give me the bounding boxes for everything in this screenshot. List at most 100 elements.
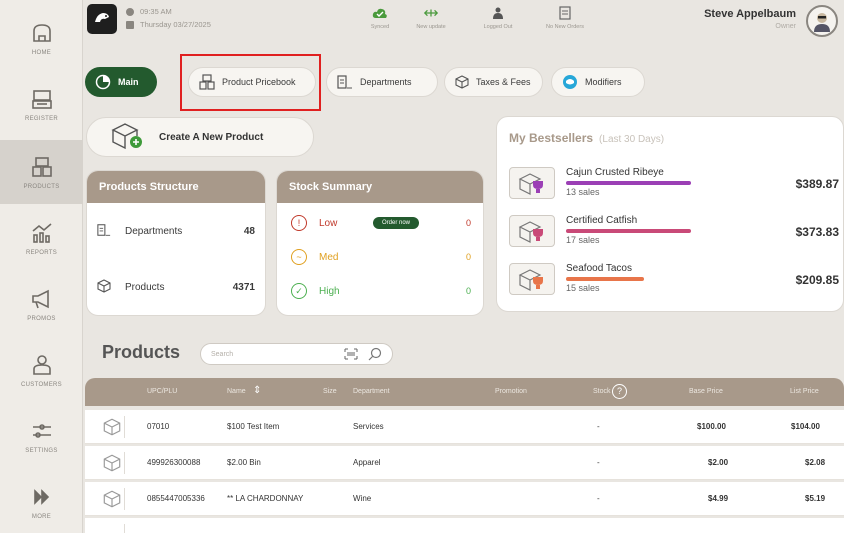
column-header[interactable]: UPC/PLU [147, 388, 177, 395]
sidebar-item-label: HOME [31, 50, 52, 56]
sidebar-item-settings[interactable]: SETTINGS [0, 404, 83, 468]
status-logged-out: Logged Out [468, 6, 528, 30]
status-update: New update [401, 6, 461, 30]
stock-count: 0 [465, 252, 471, 262]
cell-name: ** LA CHARDONNAY [227, 494, 304, 503]
sidebar-item-label: CUSTOMERS [21, 382, 62, 388]
products-icon [29, 154, 55, 180]
table-row[interactable]: 499926300088 $2.00 Bin Apparel - $2.00 $… [85, 446, 844, 480]
bestseller-price: $209.85 [795, 273, 839, 287]
tab-label: Taxes & Fees [476, 77, 531, 87]
sort-icon[interactable]: ⇕ [253, 385, 261, 396]
tab-label: Main [118, 77, 139, 87]
trophy-icon [509, 215, 555, 247]
cell-base-price: $2.00 [708, 458, 729, 467]
cell-promotion: - [597, 422, 600, 431]
departments-icon [97, 223, 111, 240]
column-header[interactable]: Size [323, 388, 337, 395]
tab-taxes-fees[interactable]: Taxes & Fees [444, 67, 543, 97]
order-now-button[interactable]: Order now [373, 217, 420, 229]
bestseller-price: $373.83 [795, 225, 839, 239]
tab-departments[interactable]: Departments [326, 67, 438, 97]
create-button-label: Create A New Product [159, 131, 264, 143]
bestseller-item[interactable]: Certified Catfish 17 sales $373.83 [509, 215, 839, 255]
table-header: UPC/PLU Name ⇕ Size Department Promotion… [85, 378, 844, 406]
sidebar-item-label: MORE [31, 514, 52, 520]
table-row[interactable]: 0855447005336 ** LA CHARDONNAY Wine - $4… [85, 482, 844, 516]
bestseller-item[interactable]: Seafood Tacos 15 sales $209.85 [509, 263, 839, 303]
calendar-icon [126, 20, 134, 29]
avatar[interactable] [806, 5, 838, 37]
sidebar-item-customers[interactable]: CUSTOMERS [0, 338, 83, 402]
search-placeholder: Search [211, 350, 234, 358]
bestseller-item[interactable]: Cajun Crusted Ribeye 13 sales $389.87 [509, 167, 839, 207]
cell-department: Apparel [353, 458, 381, 467]
stock-row-low[interactable]: ! Low Order now 0 [291, 215, 471, 231]
cell-promotion: - [597, 494, 600, 503]
highlight-box [180, 54, 321, 111]
sales-bar [566, 277, 644, 281]
trophy-icon [509, 167, 555, 199]
bestseller-name: Certified Catfish [566, 215, 638, 226]
promos-icon [29, 286, 55, 312]
sidebar-item-promos[interactable]: PROMOS [0, 272, 83, 336]
column-header[interactable]: Base Price [689, 388, 723, 395]
help-icon[interactable]: ? [612, 384, 627, 399]
search-icon[interactable] [368, 347, 382, 361]
sidebar-item-reports[interactable]: REPORTS [0, 206, 83, 270]
column-header[interactable]: Department [353, 388, 390, 395]
table-row[interactable]: 07010 $100 Test Item Services - $100.00 … [85, 410, 844, 444]
search-input[interactable]: Search [200, 343, 393, 365]
stock-count: 0 [465, 218, 471, 228]
more-icon [29, 484, 55, 510]
stock-label: High [319, 285, 340, 297]
column-header[interactable]: Promotion [495, 388, 527, 395]
user-name[interactable]: Steve Appelbaum [704, 8, 796, 20]
barcode-icon[interactable] [344, 348, 358, 360]
user-icon [490, 6, 506, 20]
app-logo [87, 4, 117, 34]
header: 09:35 AM Thursday 03/27/2025 Synced New … [83, 0, 844, 58]
sidebar-item-products[interactable]: PRODUCTS [0, 140, 83, 204]
sidebar-item-home[interactable]: HOME [0, 6, 83, 70]
trophy-icon [509, 263, 555, 295]
alert-icon: ! [291, 215, 307, 231]
column-header[interactable]: List Price [790, 388, 819, 395]
column-header[interactable]: Stock [593, 388, 611, 395]
products-icon [97, 279, 111, 296]
structure-row-departments[interactable]: Departments 48 [97, 223, 255, 240]
sales-bar [566, 181, 691, 185]
tab-label: Modifiers [585, 77, 622, 87]
bestsellers-card: My Bestsellers (Last 30 Days) Cajun Crust… [496, 116, 844, 312]
cell-department: Wine [353, 494, 372, 503]
tab-label: Departments [360, 77, 412, 87]
settings-icon [29, 418, 55, 444]
stock-label: Low [319, 217, 338, 229]
sidebar-item-label: REPORTS [26, 250, 57, 256]
tab-main[interactable]: Main [85, 67, 157, 97]
structure-label: Products [125, 282, 165, 293]
stock-row-med[interactable]: ~ Med 0 [291, 249, 471, 265]
product-icon [99, 416, 125, 438]
sidebar-item-label: REGISTER [24, 116, 59, 122]
taxes-icon [455, 75, 469, 89]
cell-department: Services [353, 422, 384, 431]
stock-row-high[interactable]: ✓ High 0 [291, 283, 471, 299]
update-icon [423, 6, 439, 20]
stock-summary-card: Stock Summary ! Low Order now 0 ~ Med 0 … [276, 170, 484, 316]
status-label: No New Orders [546, 24, 584, 30]
sidebar-item-label: PRODUCTS [23, 184, 60, 190]
bestseller-sales: 15 sales [566, 283, 600, 293]
column-header[interactable]: Name [227, 388, 246, 395]
sidebar-item-register[interactable]: REGISTER [0, 72, 83, 136]
bestsellers-title: My Bestsellers (Last 30 Days) [509, 131, 665, 145]
home-icon [29, 20, 55, 46]
sidebar-item-more[interactable]: MORE [0, 470, 83, 533]
create-product-button[interactable]: Create A New Product [86, 117, 314, 157]
structure-value: 48 [243, 226, 255, 237]
structure-row-products[interactable]: Products 4371 [97, 279, 255, 296]
tab-modifiers[interactable]: Modifiers [551, 67, 645, 97]
cell-upc: 0855447005336 [147, 494, 205, 503]
table-row[interactable] [85, 518, 844, 533]
cell-base-price: $4.99 [708, 494, 729, 503]
